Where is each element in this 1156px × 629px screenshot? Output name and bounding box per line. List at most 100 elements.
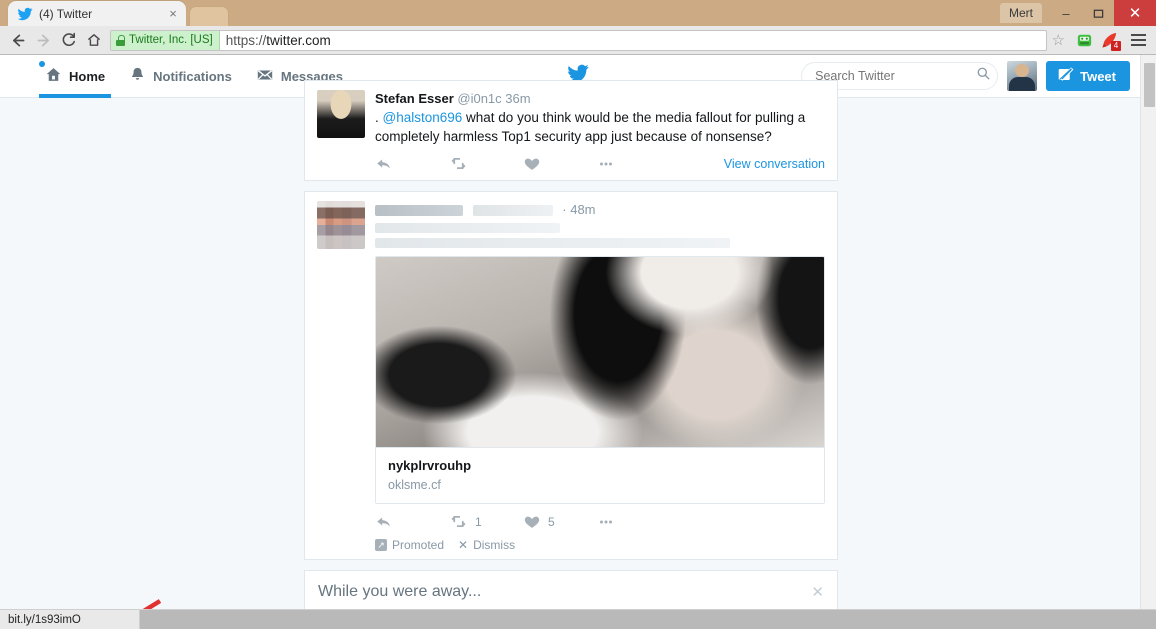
promoted-icon: ↗ [375,539,387,551]
nav-item-notifications-label: Notifications [153,68,232,84]
window-minimize-button[interactable]: – [1050,0,1082,26]
blurred-tweet-text-2 [375,238,730,248]
reply-icon[interactable] [375,155,449,173]
dismiss-button[interactable]: ✕ Dismiss [458,538,515,552]
browser-toolbar: Twitter, Inc. [US] https://twitter.com ☆… [0,26,1156,55]
page-scrollbar[interactable] [1140,55,1156,629]
more-options-icon[interactable] [597,155,671,173]
tweet-button-label: Tweet [1080,68,1116,84]
browser-status-bar: bit.ly/1s93imO [0,609,1156,629]
promoted-tweet-card[interactable]: · 48m nykplrvrouhp oklsme.cf 1 5 ↗ Promo… [304,191,838,560]
forward-button[interactable] [31,28,56,52]
promoted-text: Promoted [392,538,445,552]
tweet-mention-link[interactable]: @halston696 [383,110,463,125]
home-icon[interactable] [81,28,106,52]
extension-robot-icon[interactable] [1072,28,1096,52]
url-scheme: https:// [225,32,267,48]
tweet-author-name[interactable]: Stefan Esser [375,91,454,106]
window-close-button[interactable]: ✕ [1114,0,1156,26]
tab-close-icon[interactable]: × [166,7,180,21]
tweet-author-handle[interactable]: @i0n1c [457,91,501,106]
site-security-chip[interactable]: Twitter, Inc. [US] [111,30,220,50]
tweet-timestamp[interactable]: 48m [570,202,595,217]
wywa-title: While you were away... [318,583,482,600]
close-icon[interactable]: ✕ [811,583,824,601]
status-bar-filler [140,609,1156,629]
window-controls: Mert – ✕ [1000,0,1156,26]
browser-tab[interactable]: (4) Twitter × [8,1,186,26]
tweet-actions: View conversation [375,154,825,173]
promoted-row: ↗ Promoted ✕ Dismiss [375,538,825,552]
browser-menu-icon[interactable] [1126,34,1150,46]
retweet-icon[interactable] [449,154,523,173]
tweet: · 48m nykplrvrouhp oklsme.cf 1 5 ↗ Promo… [305,192,837,559]
unread-dot-icon [39,60,45,67]
tweet-actions: 1 5 [375,512,825,531]
reload-icon[interactable] [56,28,81,52]
scrollbar-thumb[interactable] [1144,63,1155,107]
status-bar-url: bit.ly/1s93imO [0,609,140,629]
search-input[interactable] [815,69,977,83]
twitter-page: Home Notifications Messages Search Twitt… [0,55,1156,629]
search-icon[interactable] [976,66,991,86]
card-title: nykplrvrouhp [388,458,472,473]
like-icon[interactable]: 5 [523,513,597,531]
back-button[interactable] [6,28,31,52]
tweet-media-card[interactable]: nykplrvrouhp oklsme.cf [375,256,825,504]
tweet-card-stefan-esser[interactable]: Stefan Esser @i0n1c 36m . @halston696 wh… [304,80,838,181]
wywa-header: While you were away... ✕ [305,571,837,611]
tweet-time-separator: · [562,202,567,217]
new-tab-button[interactable] [189,6,229,26]
like-count: 5 [548,514,555,529]
nav-item-notifications[interactable]: Notifications [117,55,244,98]
blurred-tweet-text [375,223,560,233]
tab-title: (4) Twitter [39,6,93,21]
like-icon[interactable] [523,155,597,173]
home-icon [45,66,62,86]
more-options-icon[interactable] [597,513,671,531]
avatar-blurred[interactable] [317,201,365,249]
view-conversation-link[interactable]: View conversation [724,157,825,171]
url-host: twitter.com [266,32,331,48]
retweet-count: 1 [475,514,482,529]
dismiss-label: Dismiss [473,538,516,552]
promoted-label: ↗ Promoted [375,538,444,552]
tweet-text: . @halston696 what do you think would be… [375,108,825,146]
bell-icon [129,66,146,86]
tweet-header: Stefan Esser @i0n1c 36m [375,90,825,107]
twitter-bird-icon [17,6,33,22]
blurred-author-handle [472,205,553,217]
tweet-timestamp[interactable]: 36m [505,91,530,106]
address-bar-url: https://twitter.com [226,33,331,48]
extension-rocket-icon[interactable]: 4 [1097,28,1121,52]
security-label: Twitter, Inc. [US] [129,34,213,46]
card-photo[interactable] [376,257,824,447]
profile-user-chip[interactable]: Mert [1000,3,1042,23]
browser-titlebar: (4) Twitter × Mert – ✕ [0,0,1156,26]
tweet-button[interactable]: Tweet [1046,61,1130,91]
tweet-stream: Stefan Esser @i0n1c 36m . @halston696 wh… [304,80,838,629]
retweet-icon[interactable]: 1 [449,512,523,531]
tweet-text-prefix: . [375,110,383,125]
nav-item-home[interactable]: Home [33,55,117,98]
extension-badge-count: 4 [1111,41,1121,51]
nav-item-home-label: Home [69,68,106,84]
compose-icon [1057,66,1074,86]
navbar-right-group: Tweet [801,61,1156,91]
envelope-icon [256,66,274,87]
lock-icon [116,34,125,46]
window-maximize-button[interactable] [1082,0,1114,26]
blurred-author-name [375,205,463,217]
tweet-header: · 48m [375,201,825,218]
bookmark-star-icon[interactable]: ☆ [1052,31,1065,49]
tweet: Stefan Esser @i0n1c 36m . @halston696 wh… [305,81,837,180]
tweet-body: · 48m nykplrvrouhp oklsme.cf 1 5 ↗ Promo… [375,201,825,552]
profile-avatar[interactable] [1007,61,1038,91]
avatar[interactable] [317,90,365,138]
reply-icon[interactable] [375,513,449,531]
card-domain: oklsme.cf [388,478,441,492]
browser-chrome: (4) Twitter × Mert – ✕ Twitter, Inc. [US… [0,0,1156,55]
address-bar[interactable]: Twitter, Inc. [US] https://twitter.com [110,29,1047,51]
tweet-body: Stefan Esser @i0n1c 36m . @halston696 wh… [375,90,825,173]
avatar-blur-overlay [317,201,365,249]
